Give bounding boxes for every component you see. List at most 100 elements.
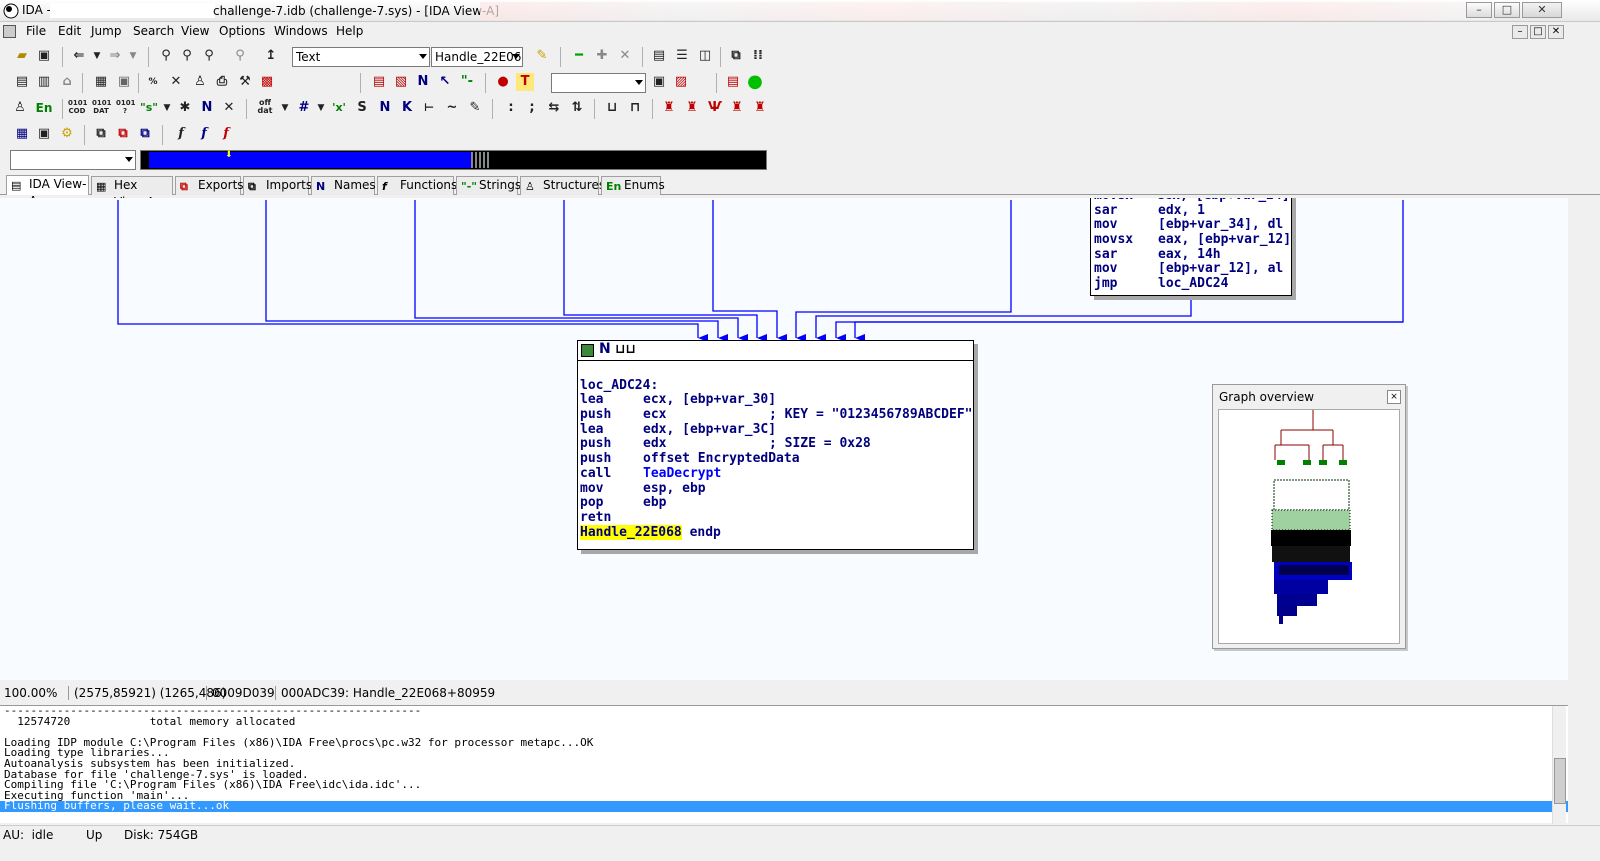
stack-var-k-icon[interactable]: K [398, 99, 416, 117]
mdi-close-button[interactable]: ✕ [1548, 25, 1564, 39]
strings-icon[interactable]: "- [458, 73, 476, 91]
menu-search[interactable]: Search [133, 24, 174, 38]
code-convert-icon[interactable]: 0101 COD [68, 99, 87, 117]
function-combo[interactable]: Handle_22E06 [431, 47, 523, 67]
person-icon[interactable]: ♙ [11, 99, 29, 117]
windows-stack-icon[interactable]: ⧉ [92, 125, 110, 143]
text-doc-icon[interactable]: ▤ [13, 73, 31, 91]
forward-arrow-icon[interactable]: ⇒ [106, 47, 124, 65]
output-scrollbar-thumb[interactable] [1554, 758, 1566, 804]
data-convert-icon[interactable]: 0101 DAT [92, 99, 111, 117]
tab-hex-view-a[interactable]: ▦Hex View-A [91, 176, 173, 209]
menu-options[interactable]: Options [219, 24, 265, 38]
comment-repeat-icon[interactable]: ⇆ [545, 99, 563, 117]
output-line-selected[interactable]: Flushing buffers, please wait...ok [0, 801, 1568, 812]
close-icon[interactable]: ⨯ [1387, 390, 1401, 404]
home-icon[interactable]: ⌂ [58, 73, 76, 91]
highlighter-icon[interactable]: ✎ [533, 47, 551, 65]
expand-plus-icon[interactable]: ✚ [593, 47, 611, 65]
colon-icon[interactable]: : [502, 99, 520, 117]
percent-icon[interactable]: % [144, 73, 162, 91]
anterior-lines-icon[interactable]: ⇅ [568, 99, 586, 117]
binoculars-icon[interactable]: ⚲ [157, 47, 175, 65]
jump-up-icon[interactable]: ↥ [262, 47, 280, 65]
block-color-icon[interactable] [581, 344, 594, 357]
menu-jump[interactable]: Jump [91, 24, 121, 38]
tab-strings[interactable]: "-" Strings [456, 176, 521, 195]
code-line[interactable]: movsx eax, [ebp+var_12] [1091, 232, 1291, 248]
unhide-icon[interactable]: ⊓ [626, 99, 644, 117]
number-dropdown-icon[interactable]: ▼ [312, 99, 330, 117]
gear-icon[interactable]: ⚙ [58, 125, 76, 143]
close-button[interactable]: ✕ [1522, 2, 1562, 18]
code-line[interactable]: jmp loc_ADC24 [1091, 276, 1291, 292]
delete-x-icon[interactable]: ✕ [616, 47, 634, 65]
signatures-icon[interactable]: ↖ [436, 73, 454, 91]
code-line[interactable]: push ecx; KEY = "0123456789ABCDEF" [580, 407, 973, 423]
code-line[interactable]: pop ebp [580, 495, 973, 511]
segment-combo[interactable] [551, 73, 646, 93]
back-arrow-icon[interactable]: ⇐ [70, 47, 88, 65]
code-line[interactable]: call TeaDecrypt [580, 466, 973, 482]
graph-overview-canvas[interactable] [1218, 409, 1400, 644]
display-mode-combo[interactable]: Text [292, 47, 430, 67]
minimize-button[interactable]: – [1466, 2, 1492, 18]
code-line[interactable]: lea ecx, [ebp+var_30] [580, 393, 973, 408]
tab-enums[interactable]: En Enums [601, 176, 665, 195]
undefine-x-icon[interactable]: ✕ [220, 99, 238, 117]
code-block-top-right[interactable]: movsx ecx, [ebp+var_24] saredx, 1 mov[eb… [1090, 198, 1292, 296]
forward-dropdown-icon[interactable]: ▼ [124, 47, 142, 65]
call-graph-icon[interactable]: ♜ [683, 99, 701, 117]
function-end-icon[interactable]: f [217, 125, 235, 143]
negate-icon[interactable]: ⊢ [420, 99, 438, 117]
graph-layout-icon[interactable]: ⧉ [727, 47, 745, 65]
menu-view[interactable]: View [181, 24, 209, 38]
segments-icon[interactable]: ▤ [370, 73, 388, 91]
run-green-icon[interactable]: ● [746, 73, 764, 91]
menu-file[interactable]: File [26, 24, 46, 38]
string-convert-icon[interactable]: "s" [140, 99, 158, 117]
print-icon[interactable]: ⎙ [213, 73, 231, 91]
proximity-view-icon[interactable]: ⁞⁞ [749, 47, 767, 65]
wrench-icon[interactable]: ⚒ [236, 73, 254, 91]
tab-ida-view-a[interactable]: ▤IDA View-A [6, 175, 89, 208]
open-folder-icon[interactable]: ▰ [13, 47, 31, 65]
code-label[interactable]: loc_ADC24: [580, 378, 973, 394]
output-scrollbar[interactable] [1552, 706, 1566, 824]
code-block-loc-adc24[interactable]: N ⊔⊔ loc_ADC24: lea ecx, [ebp+var_30] pus… [577, 340, 974, 550]
flow-chart-icon[interactable]: ♜ [660, 99, 678, 117]
hide-icon[interactable]: ⊔ [603, 99, 621, 117]
code-line[interactable]: mov [ebp+var_34], dl [1091, 218, 1291, 233]
tab-exports[interactable]: ⧉ Exports [175, 176, 244, 195]
graph-overview-panel[interactable]: Graph overview ⨯ [1212, 384, 1406, 649]
menu-help[interactable]: Help [336, 24, 363, 38]
save-icon[interactable]: ▣ [35, 47, 53, 65]
tab-imports[interactable]: ⧉ Imports [243, 176, 312, 195]
document-icon[interactable] [3, 25, 16, 38]
user-xrefs-icon[interactable]: ♜ [751, 99, 769, 117]
mdi-restore-button[interactable]: □ [1530, 25, 1546, 39]
maximize-button[interactable]: □ [1494, 2, 1520, 18]
collapse-minus-icon[interactable]: ━ [570, 47, 588, 65]
block-group-icon[interactable]: ⊔⊔ [615, 342, 636, 358]
bitwise-not-icon[interactable]: ~ [443, 99, 461, 117]
menu-windows[interactable]: Windows [274, 24, 328, 38]
block-rename-icon[interactable]: N [599, 342, 611, 357]
segment-s-icon[interactable]: S [353, 99, 371, 117]
char-convert-icon[interactable]: 'x' [330, 99, 348, 117]
code-line[interactable]: sar edx, 1 [1091, 203, 1291, 219]
manual-operand-icon[interactable]: ✎ [466, 99, 484, 117]
struct-var-icon[interactable]: ▣ [35, 125, 53, 143]
rename-n-icon[interactable]: N [198, 99, 216, 117]
window-cascade-icon[interactable]: ▤ [650, 47, 668, 65]
code-line[interactable]: push edx; SIZE = 0x28 [580, 437, 973, 452]
snapshot-icon[interactable]: ▣ [115, 73, 133, 91]
tab-names[interactable]: N Names [311, 176, 376, 195]
segment-selector-combo[interactable] [10, 150, 136, 170]
function-f-icon[interactable]: f [172, 125, 190, 143]
names-n-icon[interactable]: N [414, 73, 432, 91]
code-line-endp[interactable]: Handle_22E068 endp [580, 524, 973, 541]
binoculars-disabled-icon[interactable]: ⚲ [231, 47, 249, 65]
mdi-minimize-button[interactable]: – [1512, 25, 1528, 39]
flowchart-icon[interactable]: ♙ [191, 73, 209, 91]
